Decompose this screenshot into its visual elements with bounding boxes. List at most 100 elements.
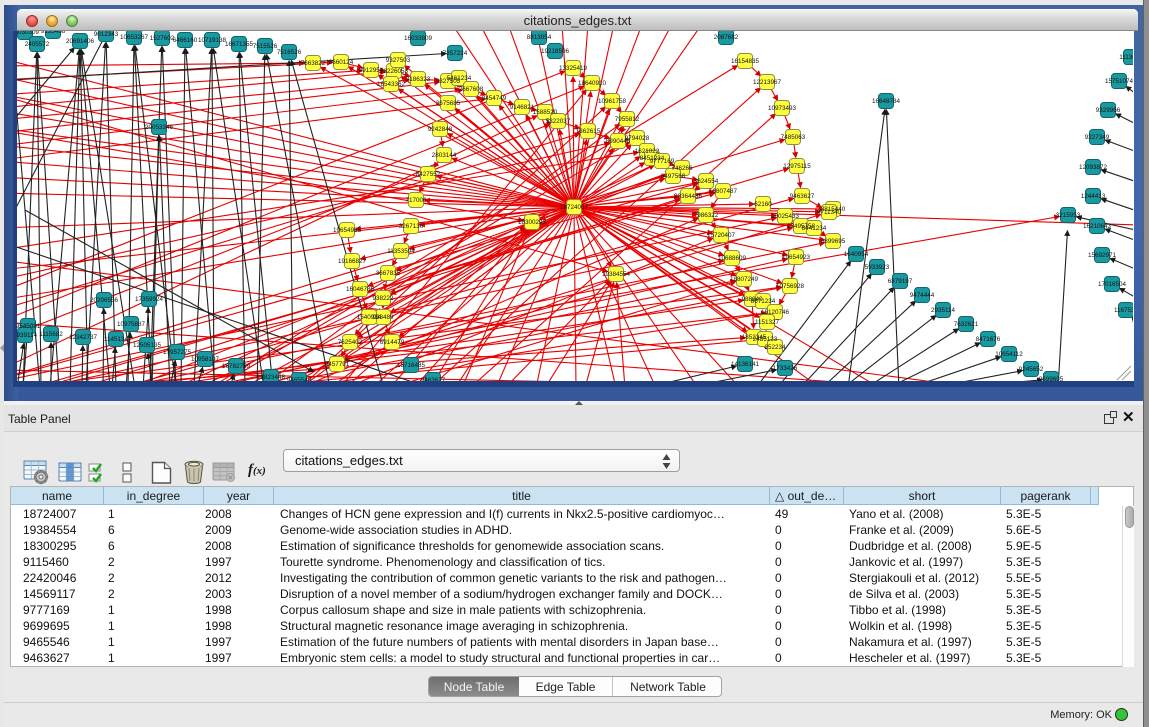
svg-text:1640954: 1640954 — [844, 251, 869, 258]
svg-text:10654112: 10654112 — [995, 351, 1023, 358]
svg-text:9777169: 9777169 — [650, 158, 675, 165]
svg-text:9146821: 9146821 — [510, 104, 535, 111]
svg-text:1244413: 1244413 — [1081, 193, 1106, 200]
svg-text:12505135: 12505135 — [133, 342, 162, 349]
svg-text:16782759: 16782759 — [222, 363, 251, 370]
svg-text:16046786: 16046786 — [346, 286, 375, 293]
svg-text:938222: 938222 — [372, 295, 394, 302]
svg-text:7516526: 7516526 — [277, 49, 302, 56]
svg-text:12975115: 12975115 — [783, 163, 811, 170]
svg-text:15716485: 15716485 — [397, 362, 426, 369]
svg-text:3267130: 3267130 — [399, 223, 424, 230]
svg-text:9457791: 9457791 — [325, 361, 350, 368]
svg-text:16210643: 16210643 — [1083, 223, 1112, 230]
svg-text:8186323: 8186323 — [406, 76, 431, 83]
svg-text:2935114: 2935114 — [931, 307, 956, 314]
svg-text:10025433: 10025433 — [771, 213, 800, 220]
svg-text:2485123: 2485123 — [753, 336, 778, 343]
svg-text:16033809: 16033809 — [404, 35, 433, 42]
svg-text:252234: 252234 — [764, 344, 786, 351]
svg-text:20206556: 20206556 — [90, 297, 119, 304]
svg-text:20053346: 20053346 — [145, 124, 174, 131]
svg-text:1115682: 1115682 — [39, 331, 63, 338]
svg-text:15720407: 15720407 — [707, 232, 736, 239]
svg-text:3624554: 3624554 — [694, 178, 719, 185]
svg-text:13226058: 13226058 — [380, 68, 409, 75]
svg-text:11353594: 11353594 — [387, 248, 415, 255]
svg-text:9242848: 9242848 — [428, 126, 453, 133]
svg-text:62160: 62160 — [754, 201, 772, 208]
svg-text:17359924: 17359924 — [135, 296, 164, 303]
svg-text:10719138: 10719138 — [198, 37, 227, 44]
svg-text:9474444: 9474444 — [910, 292, 935, 299]
svg-text:12823448: 12823448 — [257, 374, 286, 381]
svg-text:7357224: 7357224 — [443, 50, 468, 57]
svg-text:16120746: 16120746 — [761, 309, 790, 316]
svg-text:3675685: 3675685 — [436, 100, 461, 107]
svg-text:10958107: 10958107 — [191, 356, 220, 363]
svg-text:1588520: 1588520 — [533, 109, 558, 116]
svg-text:7632621: 7632621 — [954, 321, 979, 328]
svg-text:9463627: 9463627 — [790, 193, 815, 200]
svg-text:15692971: 15692971 — [1088, 252, 1117, 259]
svg-text:18724007: 18724007 — [560, 204, 589, 211]
svg-text:2405572: 2405572 — [25, 41, 50, 48]
svg-text:19166827: 19166827 — [338, 258, 367, 265]
svg-text:9329966: 9329966 — [1096, 107, 1121, 114]
svg-text:1151327: 1151327 — [755, 319, 780, 326]
svg-text:5933923: 5933923 — [865, 264, 890, 271]
svg-text:9135468: 9135468 — [41, 31, 66, 35]
svg-text:1167534: 1167534 — [1114, 307, 1133, 314]
svg-text:746266: 746266 — [671, 165, 693, 172]
svg-text:6899695: 6899695 — [821, 238, 846, 245]
svg-text:16648784: 16648784 — [872, 98, 901, 105]
svg-text:9227349: 9227349 — [1085, 134, 1110, 141]
svg-text:7663822: 7663822 — [301, 60, 326, 67]
svg-text:9463627: 9463627 — [421, 377, 446, 381]
svg-text:16671355: 16671355 — [225, 41, 254, 48]
svg-text:17016504: 17016504 — [1098, 281, 1127, 288]
svg-text:10807487: 10807487 — [709, 188, 738, 195]
svg-text:1621022: 1621022 — [635, 148, 660, 155]
svg-text:8660124: 8660124 — [329, 59, 354, 66]
svg-text:15751074: 15751074 — [1105, 78, 1133, 85]
svg-text:6879197: 6879197 — [888, 278, 913, 285]
svg-text:10688609: 10688609 — [718, 255, 747, 262]
svg-text:7955812: 7955812 — [615, 116, 640, 123]
svg-text:17957275: 17957275 — [163, 349, 192, 356]
svg-text:10756928: 10756928 — [776, 283, 805, 290]
svg-text:20364436: 20364436 — [674, 193, 703, 200]
svg-text:1113054: 1113054 — [1119, 54, 1133, 61]
svg-text:6914479: 6914479 — [380, 339, 405, 346]
svg-text:9699695: 9699695 — [1039, 376, 1064, 381]
svg-text:9465546: 9465546 — [287, 377, 312, 381]
svg-text:717006: 717006 — [405, 197, 427, 204]
svg-text:10961758: 10961758 — [598, 98, 627, 105]
svg-text:1527602: 1527602 — [150, 35, 175, 42]
svg-text:8441234: 8441234 — [802, 225, 827, 232]
svg-text:8454749: 8454749 — [482, 95, 507, 102]
svg-text:5461234: 5461234 — [447, 75, 472, 82]
svg-text:8813054: 8813054 — [527, 34, 552, 41]
svg-text:20691406: 20691406 — [66, 38, 95, 45]
svg-text:8427552: 8427552 — [416, 171, 441, 178]
svg-text:19384554: 19384554 — [602, 271, 631, 278]
svg-text:9794028: 9794028 — [625, 135, 650, 142]
svg-text:7986322: 7986322 — [694, 212, 719, 219]
svg-text:19218506: 19218506 — [541, 48, 570, 55]
svg-text:16154835: 16154835 — [731, 58, 760, 65]
svg-text:6497568: 6497568 — [661, 173, 686, 180]
svg-text:8939114: 8939114 — [17, 332, 38, 339]
svg-text:14136141: 14136141 — [731, 361, 760, 368]
svg-text:9012343: 9012343 — [94, 31, 119, 38]
svg-text:12342737: 12342737 — [69, 334, 98, 341]
svg-text:18300293: 18300293 — [518, 219, 547, 226]
svg-text:9711340: 9711340 — [817, 209, 842, 216]
svg-text:2087682: 2087682 — [714, 34, 739, 41]
svg-text:7515526: 7515526 — [253, 43, 278, 50]
svg-text:12093872: 12093872 — [1079, 164, 1108, 171]
svg-text:3215953: 3215953 — [1056, 212, 1081, 219]
svg-text:8471676: 8471676 — [976, 336, 1001, 343]
svg-text:1540934: 1540934 — [357, 314, 382, 321]
svg-text:12213967: 12213967 — [753, 79, 782, 86]
